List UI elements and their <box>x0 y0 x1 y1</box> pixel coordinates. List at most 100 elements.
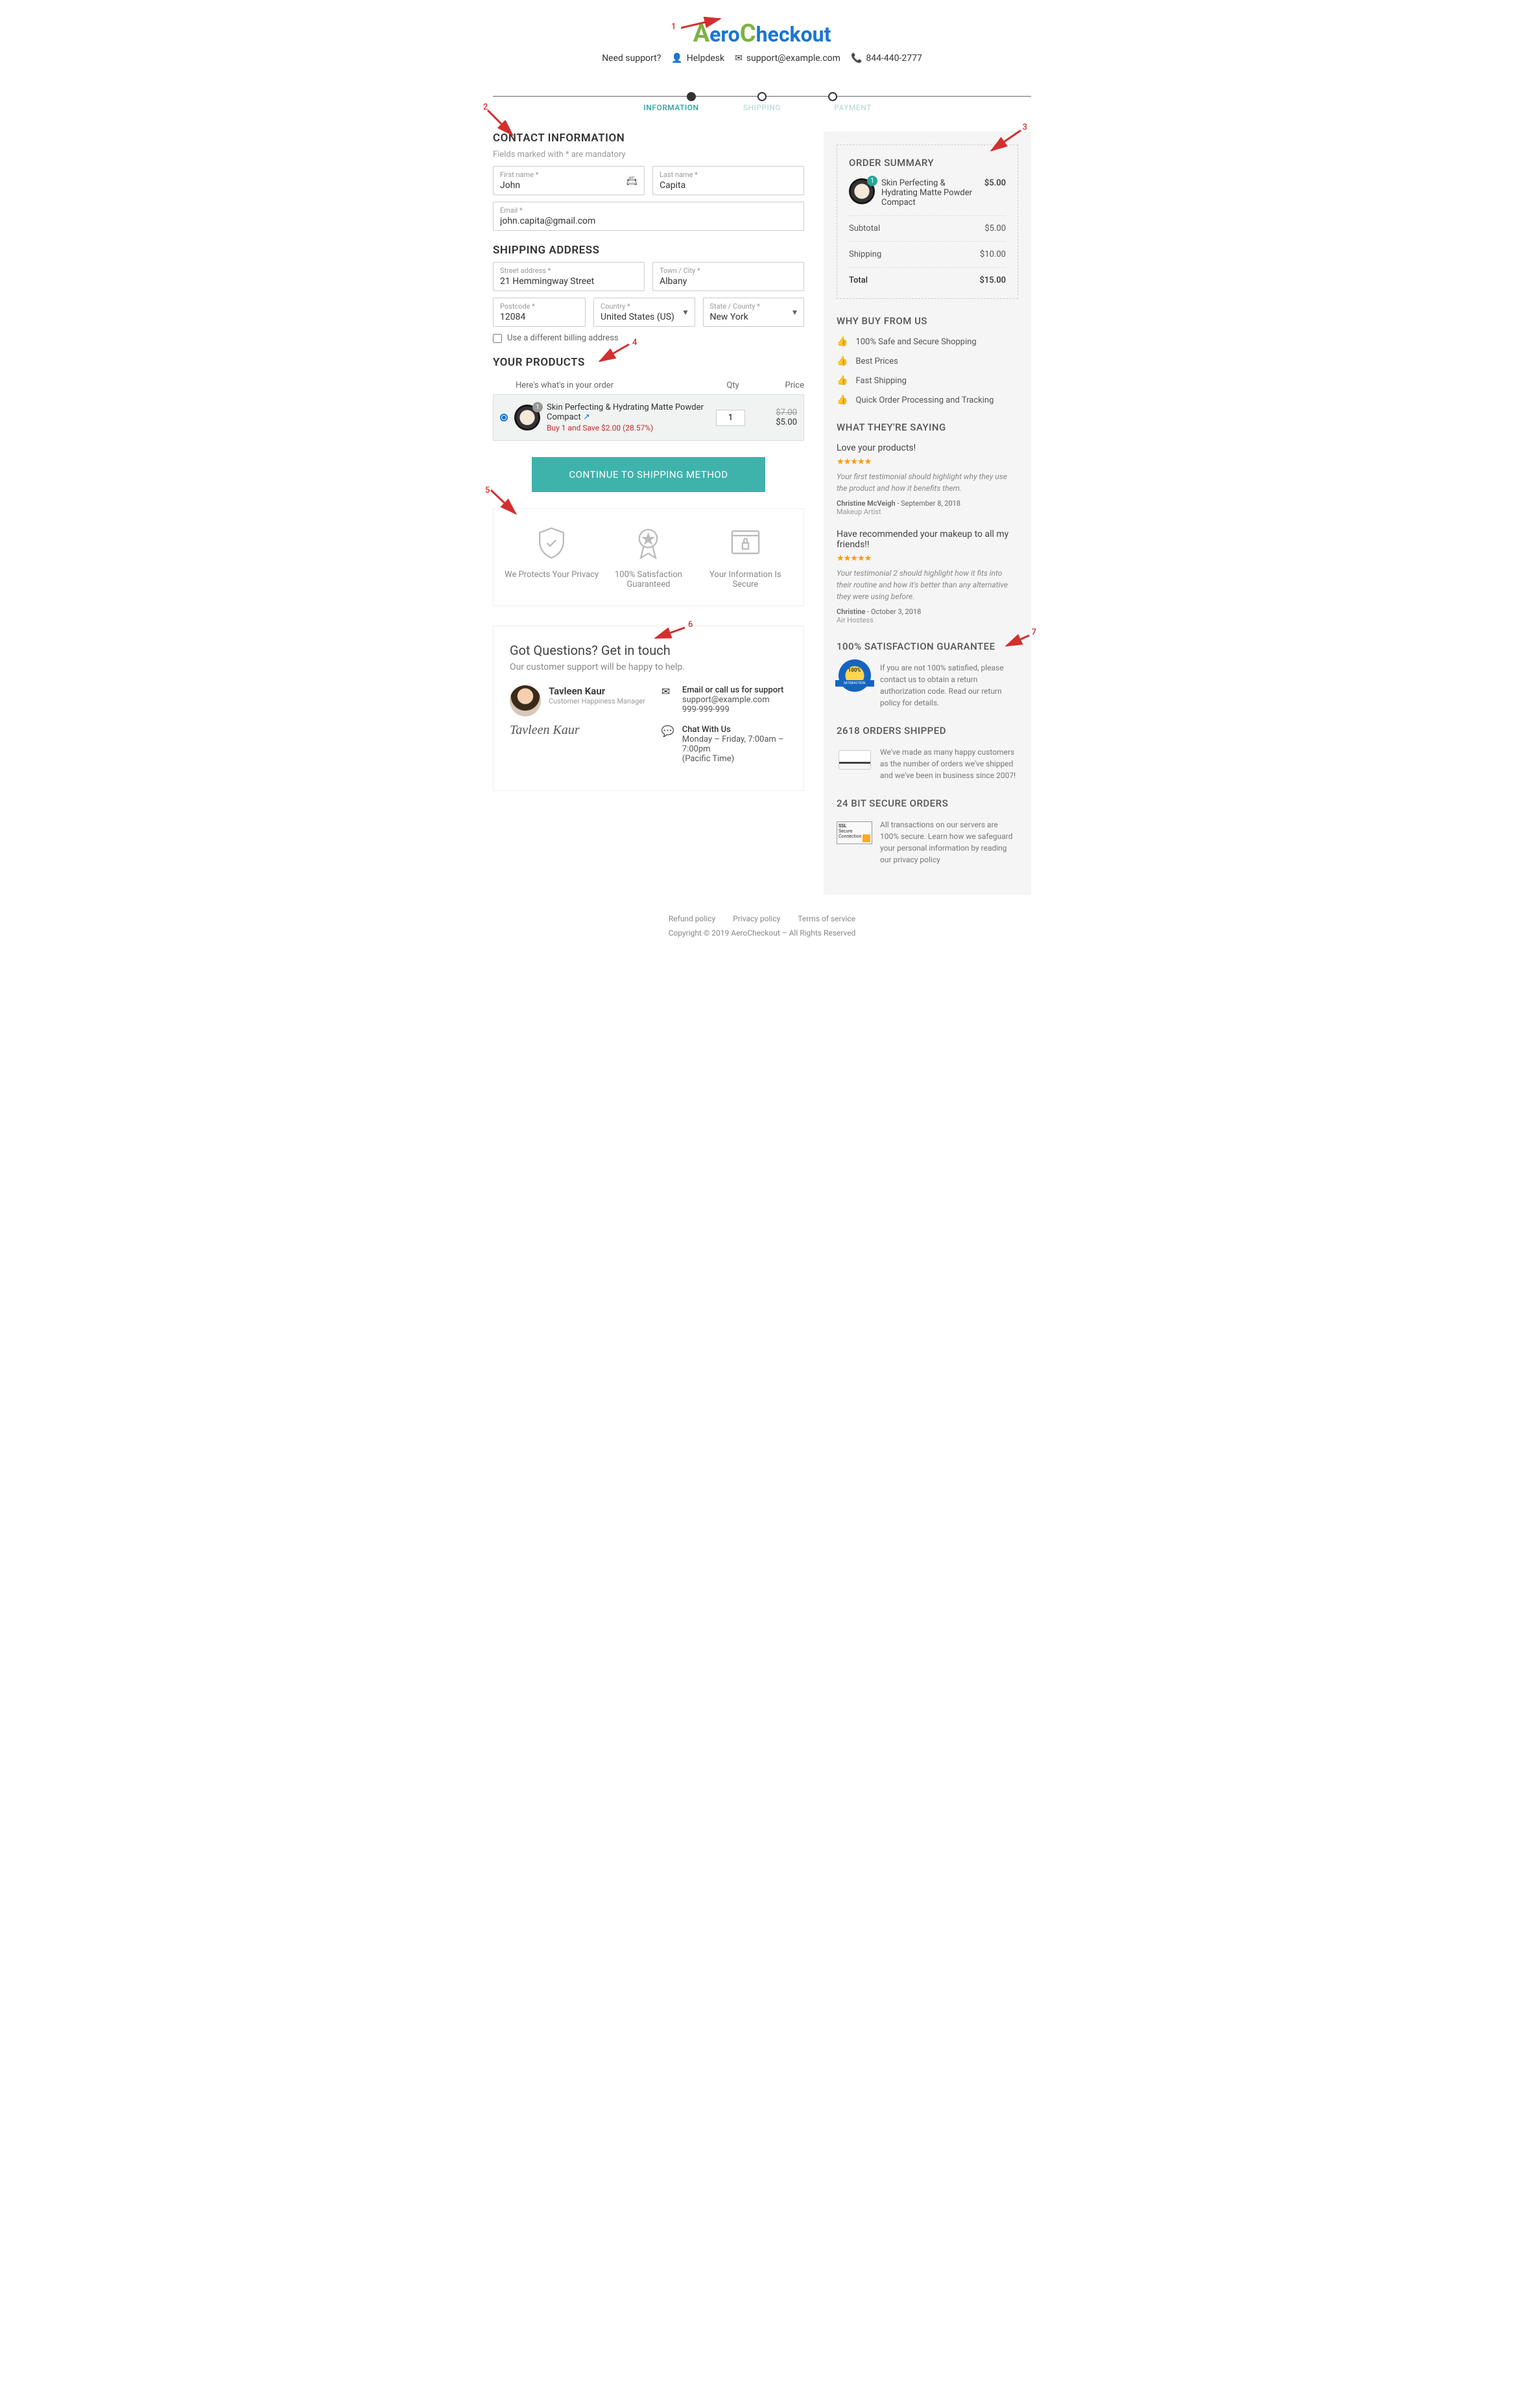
annotation-6: 6 <box>688 620 693 630</box>
step-dot-payment <box>828 92 837 101</box>
support-label: Need support? <box>602 53 661 64</box>
shipping-label: Shipping <box>849 250 881 259</box>
satisfaction-badge-icon <box>839 659 871 692</box>
t1-role: Makeup Artist <box>837 508 1018 516</box>
country-select[interactable] <box>601 312 687 322</box>
trust-satisfaction: 100% Satisfaction Guaranteed <box>600 570 697 589</box>
stars-icon: ★★★★★ <box>837 554 1018 563</box>
refund-link[interactable]: Refund policy <box>669 914 715 923</box>
product-row: 1 Skin Perfecting & Hydrating Matte Powd… <box>493 394 804 441</box>
t2-date: October 3, 2018 <box>871 608 921 616</box>
step-label-information[interactable]: INFORMATION <box>639 103 704 112</box>
envelope-icon: ✉ <box>661 685 674 714</box>
support-email[interactable]: ✉support@example.com <box>735 53 840 64</box>
t1-quote: Your first testimonial should highlight … <box>837 471 1018 494</box>
thumb-icon: 👍 <box>837 395 848 405</box>
product-radio[interactable] <box>500 414 508 421</box>
state-select[interactable] <box>710 312 797 322</box>
email-input[interactable] <box>500 216 797 226</box>
step-label-payment[interactable]: PAYMENT <box>820 103 885 112</box>
summary-title: ORDER SUMMARY <box>849 157 1006 169</box>
questions-title: Got Questions? Get in touch <box>510 643 787 658</box>
city-input[interactable] <box>660 276 797 287</box>
summary-badge: 1 <box>867 176 877 186</box>
last-name-input[interactable] <box>660 180 797 191</box>
total-label: Total <box>849 276 868 285</box>
thumb-icon: 👍 <box>837 375 848 386</box>
contact-phone[interactable]: 999-999-999 <box>682 705 783 714</box>
fname-label: First name * <box>500 171 637 179</box>
new-price: $5.00 <box>752 418 797 427</box>
product-name: Skin Perfecting & Hydrating Matte Powder… <box>547 403 704 422</box>
trust-secure: Your Information Is Secure <box>697 570 794 589</box>
orders-title: 2618 ORDERS SHIPPED <box>837 725 1018 737</box>
diff-billing-checkbox[interactable] <box>493 334 502 343</box>
why-buy-title: WHY BUY FROM US <box>837 315 1018 327</box>
phone-icon: 📞 <box>851 53 862 64</box>
products-title: YOUR PRODUCTS <box>493 356 804 369</box>
signature: Tavleen Kaur <box>510 723 645 738</box>
person-name: Tavleen Kaur <box>549 685 645 697</box>
products-subtitle: Here's what's in your order <box>493 381 707 390</box>
terms-link[interactable]: Terms of service <box>798 914 855 923</box>
benefit-2: Best Prices <box>855 357 898 366</box>
city-label: Town / City * <box>660 266 797 275</box>
van-icon <box>839 750 871 770</box>
postcode-input[interactable] <box>500 312 578 322</box>
privacy-link[interactable]: Privacy policy <box>733 914 780 923</box>
qty-header: Qty <box>707 381 759 390</box>
t1-date: September 8, 2018 <box>901 499 960 508</box>
copyright: Copyright © 2019 AeroCheckout – All Righ… <box>493 928 1031 938</box>
shipping-value: $10.00 <box>980 250 1006 259</box>
product-discount: Buy 1 and Save $2.00 (28.57%) <box>547 423 709 432</box>
benefit-3: Fast Shipping <box>855 376 907 386</box>
t2-quote: Your testimonial 2 should highlight how … <box>837 567 1018 602</box>
step-dot-shipping <box>757 92 767 101</box>
t2-role: Air Hostess <box>837 616 1018 624</box>
testimonials-title: WHAT THEY'RE SAYING <box>837 421 1018 433</box>
qty-input[interactable] <box>716 410 745 426</box>
annotation-2: 2 <box>483 102 488 112</box>
guarantee-title: 100% SATISFACTION GUARANTEE <box>837 641 1018 652</box>
old-price: $7.00 <box>752 408 797 418</box>
mail-icon: ✉ <box>735 53 743 64</box>
orders-text: We've made as many happy customers as th… <box>880 746 1018 781</box>
lname-label: Last name * <box>660 171 797 179</box>
summary-item-price: $5.00 <box>984 178 1006 188</box>
helpdesk-link[interactable]: 👤Helpdesk <box>671 53 724 64</box>
shield-icon <box>534 525 569 561</box>
first-name-input[interactable] <box>500 180 637 191</box>
benefit-1: 100% Safe and Secure Shopping <box>855 337 976 347</box>
contact-email[interactable]: support@example.com <box>682 695 783 705</box>
external-link-icon[interactable]: ↗ <box>583 412 590 422</box>
total-value: $15.00 <box>979 276 1006 285</box>
step-label-shipping[interactable]: SHIPPING <box>730 103 794 112</box>
mandatory-note: Fields marked with * are mandatory <box>493 150 804 159</box>
ssl-badge-icon: SSL Secure Connection <box>837 821 872 844</box>
user-icon: 👤 <box>671 53 682 64</box>
chat-hours: Monday – Friday, 7:00am – 7:00pm <box>682 735 787 754</box>
lock-window-icon <box>728 525 763 561</box>
email-title: Email or call us for support <box>682 685 783 695</box>
questions-subtitle: Our customer support will be happy to he… <box>510 662 787 672</box>
thumb-icon: 👍 <box>837 356 848 366</box>
summary-thumb: 1 <box>849 178 875 204</box>
logo: AeroCheckout <box>493 19 1031 48</box>
support-phone[interactable]: 📞844-440-2777 <box>851 53 922 64</box>
benefit-4: Quick Order Processing and Tracking <box>855 395 994 405</box>
stars-icon: ★★★★★ <box>837 457 1018 467</box>
postcode-label: Postcode * <box>500 302 578 311</box>
chat-tz: (Pacific Time) <box>682 754 787 764</box>
subtotal-label: Subtotal <box>849 224 880 233</box>
t1-author: Christine McVeigh <box>837 499 896 508</box>
street-input[interactable] <box>500 276 637 287</box>
email-label: Email * <box>500 206 797 215</box>
step-dot-information <box>687 92 696 101</box>
product-badge: 1 <box>532 402 543 412</box>
contact-title: CONTACT INFORMATION <box>493 132 804 145</box>
secure-text: All transactions on our servers are 100%… <box>880 819 1018 866</box>
continue-button[interactable]: CONTINUE TO SHIPPING METHOD <box>532 457 765 492</box>
progress-bar <box>493 96 1031 97</box>
product-thumb: 1 <box>514 405 540 431</box>
svg-text:★: ★ <box>643 533 654 547</box>
